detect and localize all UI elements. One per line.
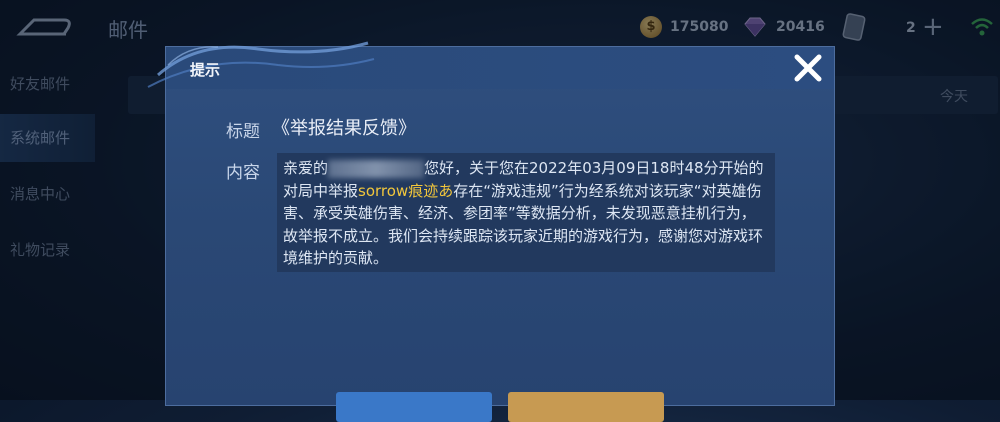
dialog-title: 提示: [190, 61, 221, 79]
subject-label: 标题: [226, 122, 260, 142]
content-label: 内容: [226, 163, 260, 183]
dialog-left-button[interactable]: [336, 392, 492, 422]
blurred-username: [328, 159, 425, 178]
dialog-right-button[interactable]: [508, 392, 664, 422]
greeting-text: 亲爱的: [283, 159, 329, 177]
subject-value: 《举报结果反馈》: [272, 118, 416, 139]
close-icon[interactable]: [790, 50, 826, 86]
content-scroll-area[interactable]: 亲爱的 您好，关于您在2022年03月09日18时48分开始的对局中举报sorro…: [277, 153, 775, 272]
reported-player-name: sorrow痕迹あ: [358, 181, 454, 200]
content-text: 亲爱的 您好，关于您在2022年03月09日18时48分开始的对局中举报sorro…: [277, 153, 775, 272]
swirl-ornament-icon: [147, 41, 375, 88]
